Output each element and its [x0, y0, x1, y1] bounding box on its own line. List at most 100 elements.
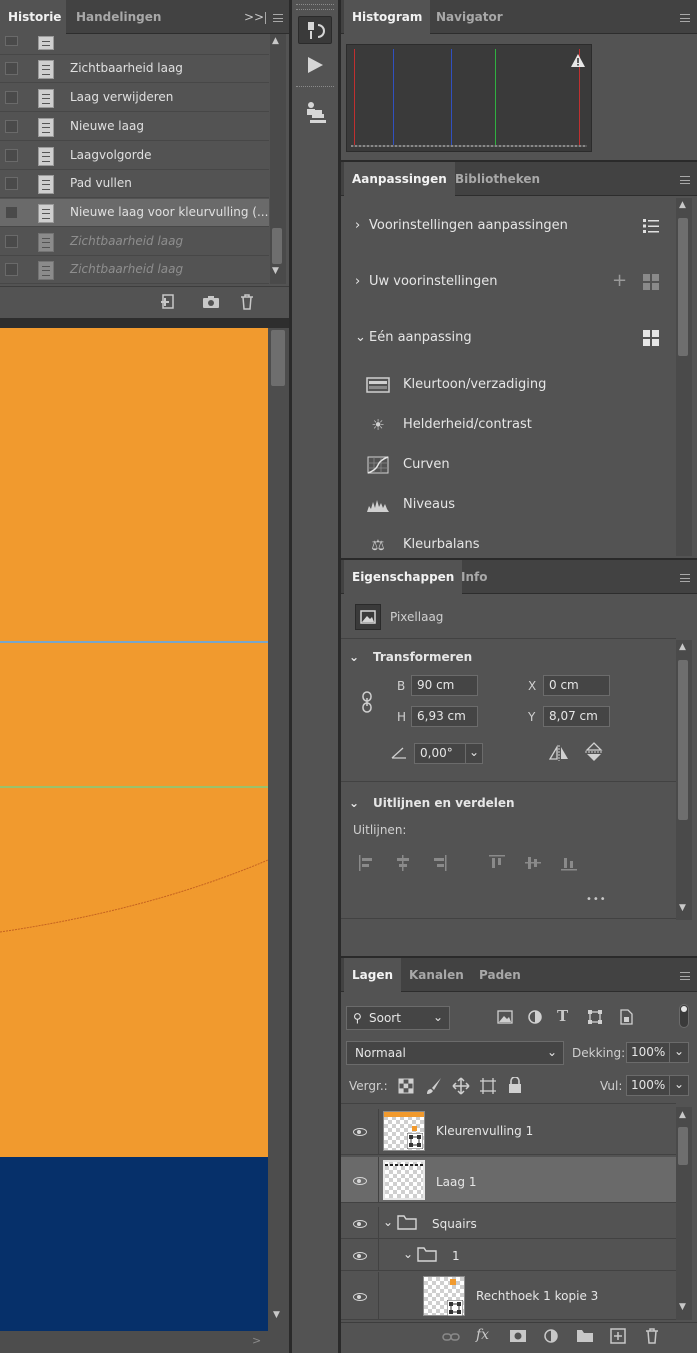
lock-position-icon[interactable]: [452, 1077, 470, 1095]
chevron-up-icon[interactable]: ▲: [679, 642, 686, 652]
trash-icon[interactable]: [645, 1328, 659, 1344]
properties-menu-icon[interactable]: [680, 574, 690, 582]
history-item[interactable]: Nieuwe laag: [0, 113, 269, 141]
history-item-dimmed[interactable]: Zichtbaarheid laag: [0, 228, 269, 256]
eye-icon[interactable]: [353, 1128, 367, 1136]
filter-pixel-icon[interactable]: [497, 1009, 513, 1025]
tab-aanpassingen[interactable]: Aanpassingen: [344, 162, 455, 196]
chevron-down-icon[interactable]: ▼: [679, 903, 686, 913]
eye-icon[interactable]: [353, 1293, 367, 1301]
link-proportions-icon[interactable]: [360, 690, 374, 714]
tab-navigator[interactable]: Navigator: [428, 0, 511, 34]
section-voorinstellingen-aanpassingen[interactable]: › Voorinstellingen aanpassingen: [355, 218, 568, 233]
history-item-selected[interactable]: Nieuwe laag voor kleurvulling (...: [0, 199, 269, 227]
history-brush-button[interactable]: [298, 16, 332, 44]
history-checkbox[interactable]: [5, 149, 18, 162]
history-item[interactable]: Laagvolgorde: [0, 142, 269, 170]
tool-strip-grip[interactable]: [296, 4, 334, 10]
tab-histogram[interactable]: Histogram: [344, 0, 431, 34]
warning-icon[interactable]: [570, 53, 586, 68]
history-checkbox[interactable]: [5, 62, 18, 75]
tab-lagen[interactable]: Lagen: [344, 958, 402, 992]
history-item[interactable]: Laag verwijderen: [0, 84, 269, 112]
fill-dropdown[interactable]: ⌄: [669, 1075, 689, 1096]
x-field[interactable]: 0 cm: [543, 675, 610, 696]
chevron-down-icon[interactable]: ▼: [273, 1310, 280, 1320]
layers-scrollbar[interactable]: [676, 1107, 692, 1320]
history-checkbox[interactable]: [5, 91, 18, 104]
eye-icon[interactable]: [353, 1177, 367, 1185]
histogram-menu-icon[interactable]: [680, 14, 690, 22]
adjustments-scroll-thumb[interactable]: [678, 218, 688, 356]
chevron-down-icon[interactable]: ▼: [679, 1302, 686, 1312]
filter-type-icon[interactable]: T: [557, 1007, 568, 1025]
play-icon[interactable]: [305, 56, 325, 74]
history-menu-icon[interactable]: [273, 14, 283, 22]
canvas-scroll-thumb[interactable]: [271, 330, 285, 386]
camera-icon[interactable]: [202, 295, 220, 309]
history-item-dimmed[interactable]: Zichtbaarheid laag: [0, 256, 269, 284]
flip-horizontal-icon[interactable]: [548, 744, 570, 762]
new-document-from-state-icon[interactable]: [160, 294, 178, 310]
align-bottom-edges-icon[interactable]: [560, 854, 578, 872]
history-scroll-thumb[interactable]: [272, 228, 282, 264]
collapse-panels-icon[interactable]: >>: [244, 10, 264, 24]
tab-bibliotheken[interactable]: Bibliotheken: [447, 162, 548, 196]
history-scrollbar[interactable]: [270, 34, 286, 284]
folder-icon[interactable]: [576, 1329, 594, 1343]
layer-row[interactable]: Kleurenvulling 1: [341, 1109, 676, 1155]
tab-handelingen[interactable]: Handelingen: [68, 0, 169, 34]
y-field[interactable]: 8,07 cm: [543, 706, 610, 727]
eye-icon[interactable]: [353, 1252, 367, 1260]
adjustments-scrollbar[interactable]: [676, 198, 692, 556]
align-left-edges-icon[interactable]: [358, 854, 376, 872]
history-checkbox[interactable]: [5, 36, 18, 46]
layer-row[interactable]: Rechthoek 1 kopie 3: [341, 1272, 676, 1320]
filter-smart-object-icon[interactable]: [618, 1009, 634, 1025]
chevron-up-icon[interactable]: ▲: [679, 200, 686, 210]
layer-group-row[interactable]: ⌄ Squairs: [341, 1207, 676, 1239]
new-layer-icon[interactable]: [610, 1328, 626, 1344]
blend-mode-dropdown[interactable]: Normaal ⌄: [346, 1041, 564, 1065]
filter-shape-icon[interactable]: [587, 1009, 603, 1025]
layers-menu-icon[interactable]: [680, 972, 690, 980]
section-transform[interactable]: ⌄ Transformeren: [349, 650, 472, 664]
opacity-dropdown[interactable]: ⌄: [669, 1042, 689, 1063]
lock-transparent-pixels-icon[interactable]: [398, 1078, 414, 1094]
chevron-right-icon[interactable]: >: [252, 1334, 261, 1347]
layer-group-row[interactable]: ⌄ 1: [341, 1239, 676, 1271]
history-item[interactable]: Zichtbaarheid laag: [0, 55, 269, 83]
opacity-field[interactable]: 100%: [626, 1042, 670, 1063]
plus-icon[interactable]: +: [612, 270, 627, 291]
lock-all-icon[interactable]: [508, 1077, 522, 1094]
link-icon[interactable]: [442, 1331, 460, 1343]
layer-filter-dropdown[interactable]: ⚲ Soort ⌄: [346, 1006, 450, 1030]
angle-field[interactable]: 0,00°: [414, 743, 466, 764]
grid-icon[interactable]: [642, 329, 660, 347]
align-vertical-centers-icon[interactable]: [524, 854, 542, 872]
history-checkbox[interactable]: [5, 177, 18, 190]
stamp-icon[interactable]: [302, 100, 328, 126]
history-checkbox[interactable]: [5, 235, 18, 248]
canvas-vertical-scrollbar[interactable]: [268, 328, 289, 1331]
chevron-up-icon[interactable]: ▲: [272, 36, 279, 46]
chevron-down-icon[interactable]: ⌄: [403, 1247, 413, 1261]
mask-icon[interactable]: [509, 1329, 527, 1343]
chevron-down-icon[interactable]: ⌄: [383, 1215, 393, 1229]
section-uw-voorinstellingen[interactable]: › Uw voorinstellingen: [355, 274, 498, 289]
properties-scrollbar[interactable]: [676, 640, 692, 920]
align-top-edges-icon[interactable]: [488, 854, 506, 872]
flip-vertical-icon[interactable]: [584, 741, 604, 763]
history-checkbox[interactable]: [5, 206, 18, 219]
section-align[interactable]: ⌄ Uitlijnen en verdelen: [349, 796, 515, 810]
tab-info[interactable]: Info: [453, 560, 495, 594]
width-field[interactable]: 90 cm: [411, 675, 478, 696]
trash-icon[interactable]: [240, 294, 254, 310]
align-right-edges-icon[interactable]: [430, 854, 448, 872]
chevron-down-icon[interactable]: ▼: [272, 266, 279, 276]
layers-scroll-thumb[interactable]: [678, 1127, 688, 1165]
more-options-icon[interactable]: •••: [586, 894, 607, 905]
fill-field[interactable]: 100%: [626, 1075, 670, 1096]
history-checkbox[interactable]: [5, 120, 18, 133]
layer-row-selected[interactable]: Laag 1: [341, 1157, 676, 1203]
